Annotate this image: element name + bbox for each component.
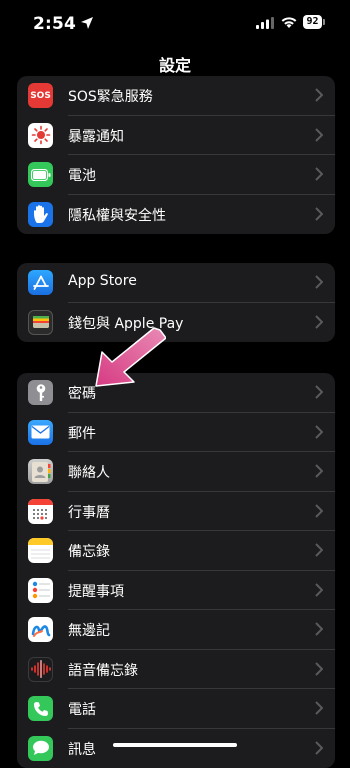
row-label: 聯絡人: [68, 462, 110, 482]
chevron-right-icon: [315, 275, 323, 289]
wifi-icon: [280, 15, 298, 29]
chevron-right-icon: [315, 385, 323, 399]
mail-icon: [28, 420, 53, 445]
settings-row-mail[interactable]: 郵件: [17, 413, 335, 453]
settings-row-calendar[interactable]: 行事曆: [17, 492, 335, 532]
row-label: 行事曆: [68, 502, 110, 522]
settings-row-wallet-apple-pay[interactable]: 錢包與 Apple Pay: [17, 303, 335, 343]
row-label: 暴露通知: [68, 126, 124, 146]
row-label: SOS緊急服務: [68, 86, 153, 106]
annotation-arrow-icon: [94, 326, 166, 388]
settings-row-reminders[interactable]: 提醒事項: [17, 571, 335, 611]
row-label: 電池: [68, 165, 96, 185]
chevron-right-icon: [315, 543, 323, 557]
cellular-signal-icon: [256, 17, 274, 29]
settings-group-1: SOS SOS緊急服務 暴露通知: [17, 76, 335, 234]
chevron-right-icon: [315, 425, 323, 439]
settings-row-passwords[interactable]: 密碼: [17, 373, 335, 413]
chevron-right-icon: [315, 88, 323, 102]
calendar-icon: [28, 499, 53, 524]
reminders-icon: [28, 578, 53, 603]
wallet-icon: [28, 310, 53, 335]
row-label: 電話: [68, 699, 96, 719]
home-indicator[interactable]: [113, 743, 237, 747]
battery-indicator: 92: [303, 15, 322, 29]
settings-row-privacy-security[interactable]: 隱私權與安全性: [17, 195, 335, 235]
settings-row-freeform[interactable]: 無邊記: [17, 610, 335, 650]
phone-icon: [28, 696, 53, 721]
row-label: App Store: [68, 273, 137, 289]
chevron-right-icon: [315, 583, 323, 597]
battery-icon: [28, 162, 53, 187]
chevron-right-icon: [315, 315, 323, 329]
page-title: 設定: [0, 52, 350, 76]
settings-row-voice-memos[interactable]: 語音備忘錄: [17, 650, 335, 690]
settings-row-exposure-notifications[interactable]: 暴露通知: [17, 116, 335, 156]
settings-group-2: App Store 錢包與 Apple Pay: [17, 263, 335, 342]
chevron-right-icon: [315, 464, 323, 478]
settings-group-3: 密碼 郵件 聯絡人: [17, 373, 335, 768]
row-label: 郵件: [68, 423, 96, 443]
exposure-notification-icon: [28, 123, 53, 148]
settings-row-phone[interactable]: 電話: [17, 689, 335, 729]
row-label: 無邊記: [68, 620, 110, 640]
sos-icon: SOS: [28, 83, 53, 108]
key-icon: [28, 380, 53, 405]
chevron-right-icon: [315, 167, 323, 181]
settings-row-messages[interactable]: 訊息: [17, 729, 335, 768]
chevron-right-icon: [315, 207, 323, 221]
chevron-right-icon: [315, 741, 323, 755]
chevron-right-icon: [315, 504, 323, 518]
row-label: 隱私權與安全性: [68, 205, 166, 225]
settings-row-emergency-sos[interactable]: SOS SOS緊急服務: [17, 76, 335, 116]
notes-icon: [28, 538, 53, 563]
settings-row-notes[interactable]: 備忘錄: [17, 531, 335, 571]
status-bar: 2:54 92: [0, 0, 350, 46]
chevron-right-icon: [315, 701, 323, 715]
chevron-right-icon: [315, 128, 323, 142]
contacts-icon: [28, 459, 53, 484]
row-label: 訊息: [68, 739, 96, 759]
chevron-right-icon: [315, 662, 323, 676]
row-label: 提醒事項: [68, 581, 124, 601]
chevron-right-icon: [315, 622, 323, 636]
settings-row-contacts[interactable]: 聯絡人: [17, 452, 335, 492]
row-label: 密碼: [68, 383, 96, 403]
settings-row-battery[interactable]: 電池: [17, 155, 335, 195]
app-store-icon: [28, 270, 53, 295]
freeform-icon: [28, 617, 53, 642]
row-label: 備忘錄: [68, 541, 110, 561]
status-time: 2:54: [33, 14, 76, 34]
settings-row-app-store[interactable]: App Store: [17, 263, 335, 303]
voice-memos-icon: [28, 657, 53, 682]
row-label: 語音備忘錄: [68, 660, 138, 680]
location-arrow-icon: [80, 16, 94, 30]
privacy-hand-icon: [28, 202, 53, 227]
